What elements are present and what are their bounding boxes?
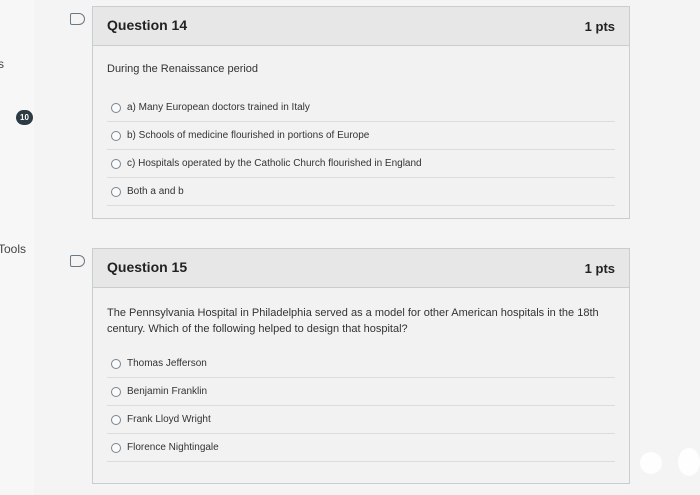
answer-option[interactable]: Both a and b <box>107 178 615 206</box>
screen-glare <box>678 448 700 476</box>
answer-label: b) Schools of medicine flourished in por… <box>127 130 370 141</box>
flag-question-15-icon[interactable] <box>70 255 85 267</box>
flag-question-14-icon[interactable] <box>70 13 85 25</box>
answer-option[interactable]: Frank Lloyd Wright <box>107 406 615 434</box>
tools-label[interactable]: Tools <box>0 242 26 256</box>
answer-label: Benjamin Franklin <box>127 386 208 397</box>
question-15-card: Question 15 1 pts The Pennsylvania Hospi… <box>92 248 630 484</box>
radio-button[interactable] <box>111 158 121 169</box>
answer-option[interactable]: c) Hospitals operated by the Catholic Ch… <box>107 150 615 178</box>
sidebar-partial-label: s <box>0 57 4 71</box>
question-15-answers: Thomas Jefferson Benjamin Franklin Frank… <box>107 350 615 462</box>
answer-option[interactable]: Benjamin Franklin <box>107 378 615 406</box>
question-15-header: Question 15 1 pts <box>93 249 629 288</box>
left-sidebar: s 10 Tools <box>0 0 34 495</box>
screen-glare <box>640 452 662 474</box>
question-14-card: Question 14 1 pts During the Renaissance… <box>92 6 630 219</box>
radio-button[interactable] <box>111 102 121 113</box>
question-14-title: Question 14 <box>107 17 188 33</box>
answer-label: c) Hospitals operated by the Catholic Ch… <box>127 158 422 169</box>
question-15-title: Question 15 <box>107 259 188 275</box>
question-15-text: The Pennsylvania Hospital in Philadelphi… <box>107 307 599 335</box>
answer-label: Frank Lloyd Wright <box>127 414 211 425</box>
question-15-points: 1 pts <box>584 261 615 276</box>
radio-button[interactable] <box>111 386 121 397</box>
answer-option[interactable]: Thomas Jefferson <box>107 350 615 378</box>
radio-button[interactable] <box>111 358 121 369</box>
answer-label: Thomas Jefferson <box>127 358 207 369</box>
question-14-points: 1 pts <box>584 19 615 34</box>
question-14-answers: a) Many European doctors trained in Ital… <box>107 94 615 206</box>
answer-label: Florence Nightingale <box>127 442 219 453</box>
question-count-badge[interactable]: 10 <box>16 110 33 125</box>
answer-option[interactable]: b) Schools of medicine flourished in por… <box>107 122 615 150</box>
answer-option[interactable]: Florence Nightingale <box>107 434 615 462</box>
question-14-header: Question 14 1 pts <box>93 7 629 46</box>
radio-button[interactable] <box>111 186 121 197</box>
radio-button[interactable] <box>111 414 121 425</box>
question-14-text: During the Renaissance period <box>107 63 259 75</box>
answer-label: a) Many European doctors trained in Ital… <box>127 102 310 113</box>
radio-button[interactable] <box>111 130 121 141</box>
answer-label: Both a and b <box>127 186 184 197</box>
radio-button[interactable] <box>111 442 121 453</box>
answer-option[interactable]: a) Many European doctors trained in Ital… <box>107 94 615 122</box>
